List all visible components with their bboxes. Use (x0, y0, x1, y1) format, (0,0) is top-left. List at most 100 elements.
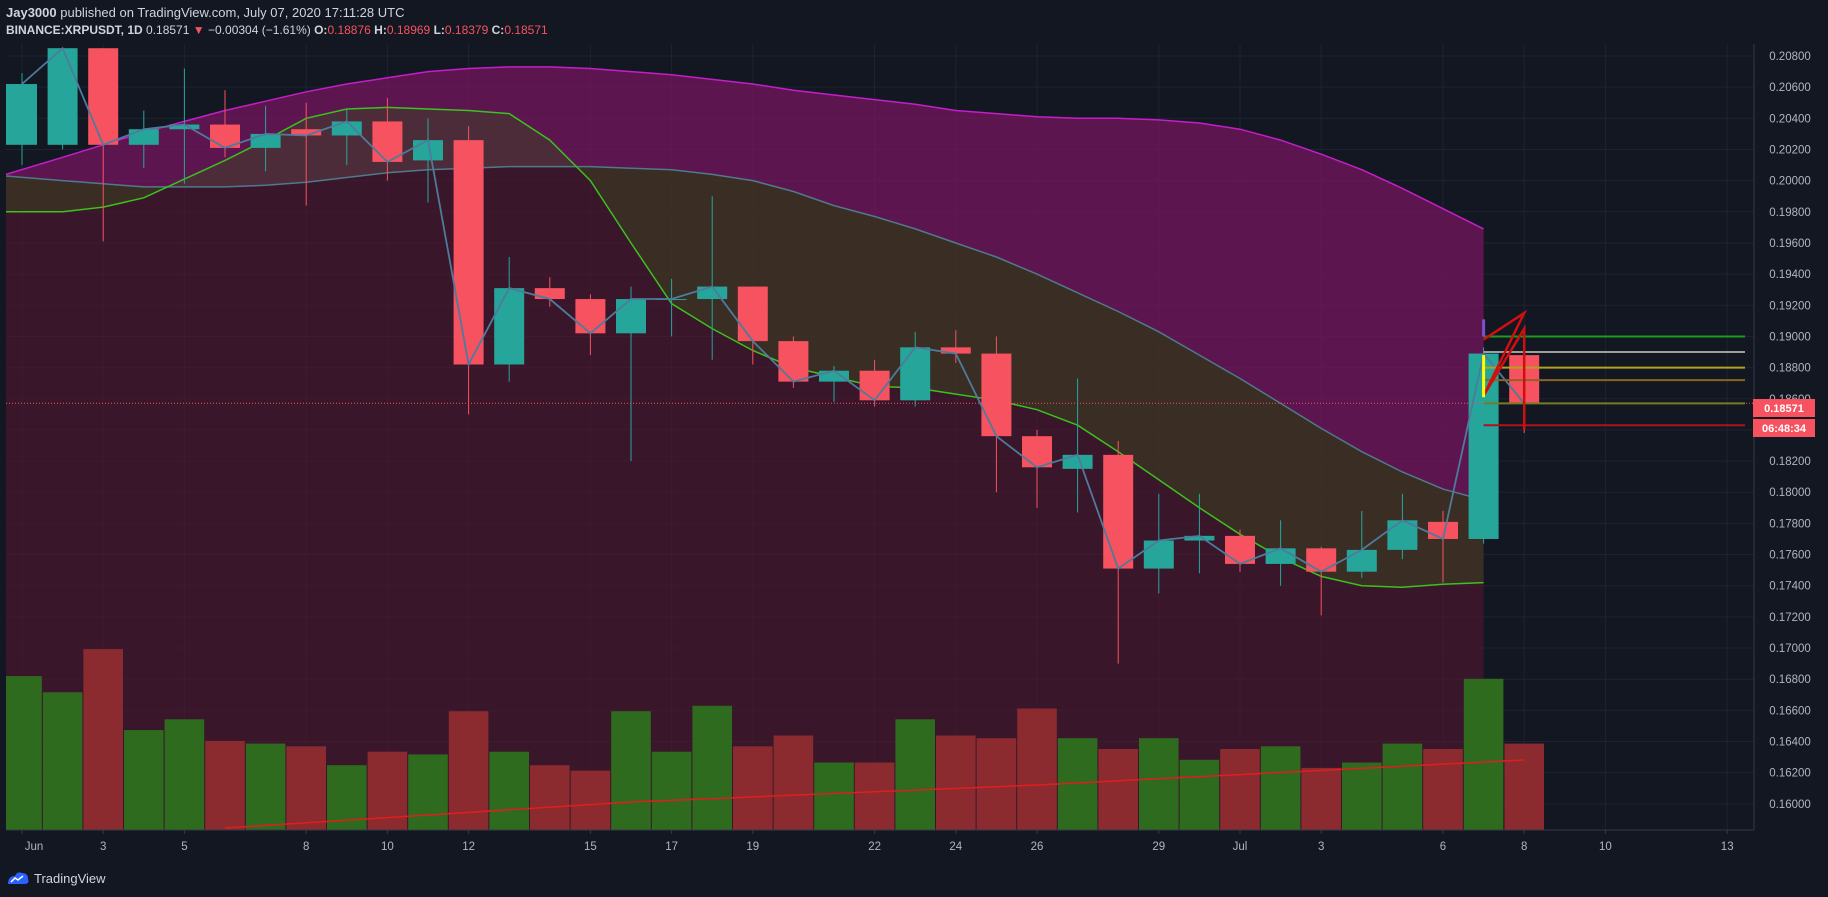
candle-body (981, 353, 1012, 437)
x-tick-label: 3 (100, 841, 106, 853)
x-tick-label: 24 (949, 841, 962, 853)
candle-body (534, 288, 565, 300)
candle-body (1103, 454, 1134, 569)
candle-body (128, 129, 159, 145)
x-tick-label: 10 (381, 841, 394, 853)
volume-bar (489, 751, 529, 830)
x-tick-label: 8 (303, 841, 309, 853)
volume-bar (651, 751, 692, 830)
volume-bar (245, 743, 286, 830)
volume-bar (1098, 749, 1138, 830)
tradingview-footer[interactable]: TradingView (6, 866, 106, 890)
volume-bar (1179, 759, 1220, 830)
candle-body (453, 140, 484, 365)
x-tick-label: 10 (1599, 841, 1612, 853)
volume-bar (205, 740, 245, 830)
candle-body (819, 370, 849, 382)
y-tick-label: 0.17000 (1769, 643, 1811, 655)
volume-bar (733, 746, 773, 830)
candle-body (47, 48, 78, 145)
x-tick-label: 29 (1152, 841, 1165, 853)
volume-bar (1301, 767, 1341, 830)
y-tick-label: 0.19600 (1769, 238, 1811, 250)
y-tick-label: 0.19200 (1769, 300, 1811, 312)
candle-body (250, 133, 281, 148)
y-tick-label: 0.16800 (1769, 674, 1811, 686)
bollinger-bands (5, 66, 1484, 830)
candle-body (88, 48, 119, 145)
volume-bar (1504, 743, 1544, 830)
volume-bar (1017, 708, 1057, 830)
x-tick-label: 5 (181, 841, 187, 853)
y-tick-label: 0.17200 (1769, 612, 1811, 624)
volume-bar (814, 762, 854, 830)
candle-body (737, 286, 768, 342)
y-tick-label: 0.19000 (1769, 331, 1811, 343)
x-tick-label: 8 (1521, 841, 1527, 853)
x-tick-label: 26 (1031, 841, 1044, 853)
candle (6, 73, 37, 166)
candle-body (778, 341, 809, 382)
candle-body (1306, 548, 1337, 572)
volume-bar (570, 770, 611, 830)
y-tick-label: 0.20200 (1769, 144, 1811, 156)
y-tick-label: 0.17600 (1769, 550, 1811, 562)
x-tick-label: Jun (25, 841, 44, 853)
candle-body (1143, 540, 1174, 569)
volume-bar (1382, 743, 1423, 830)
volume-bar (936, 735, 976, 830)
volume-bar (692, 705, 732, 830)
volume-bar (530, 765, 570, 830)
price-tags: 0.18571 06:48:34 (1753, 399, 1815, 437)
tradingview-brand: TradingView (34, 870, 106, 886)
y-tick-label: 0.17400 (1769, 581, 1811, 593)
volume-bar (408, 754, 448, 830)
volume-bar (83, 649, 123, 830)
candle-body (697, 286, 728, 300)
volume-bar (1463, 678, 1504, 830)
y-tick-label: 0.16400 (1769, 737, 1811, 749)
x-tick-label: Jul (1233, 841, 1248, 853)
candle-body (1265, 548, 1296, 564)
tradingview-logo-icon (8, 872, 29, 884)
volume-bar (1423, 749, 1463, 830)
candle-body (900, 347, 931, 401)
y-tick-label: 0.20800 (1769, 51, 1811, 63)
x-tick-label: 15 (584, 841, 597, 853)
y-tick-label: 0.19400 (1769, 269, 1811, 281)
volume-bar (1342, 762, 1382, 830)
y-tick-label: 0.18000 (1769, 487, 1811, 499)
volume-bar (124, 730, 164, 830)
volume-bar (976, 738, 1017, 830)
y-tick-label: 0.20600 (1769, 82, 1811, 94)
candle-body (6, 84, 37, 145)
price-chart[interactable]: 0.20800 0.20600 0.20400 0.20200 0.20000 0.198… (0, 0, 1828, 897)
volume-bar (1220, 749, 1260, 830)
y-tick-label: 0.18200 (1769, 456, 1811, 468)
volume-bar (773, 735, 814, 830)
x-tick-label: 12 (462, 841, 475, 853)
volume-bar (6, 676, 42, 830)
y-tick-label: 0.20400 (1769, 113, 1811, 125)
candle-body (575, 299, 606, 334)
x-tick-label: 22 (868, 841, 881, 853)
y-tick-label: 0.17800 (1769, 518, 1811, 530)
y-tick-label: 0.16600 (1769, 705, 1811, 717)
candle-body (331, 121, 362, 136)
candle-body (494, 288, 525, 365)
volume-bar (286, 746, 326, 830)
candle-body (1022, 436, 1052, 468)
candle (778, 336, 809, 388)
y-tick-label: 0.18800 (1769, 363, 1811, 375)
last-price-tag-text: 0.18571 (1764, 403, 1804, 415)
countdown-tag-text: 06:48:34 (1762, 423, 1807, 435)
y-tick-label: 0.16200 (1769, 768, 1811, 780)
x-tick-label: 6 (1440, 841, 1446, 853)
y-tick-label: 0.19800 (1769, 207, 1811, 219)
volume-bar (854, 762, 895, 830)
x-tick-label: 13 (1721, 841, 1734, 853)
candle (47, 48, 78, 150)
x-tick-label: 19 (746, 841, 759, 853)
y-tick-label: 0.16000 (1769, 799, 1811, 811)
volume-bar (895, 719, 935, 830)
